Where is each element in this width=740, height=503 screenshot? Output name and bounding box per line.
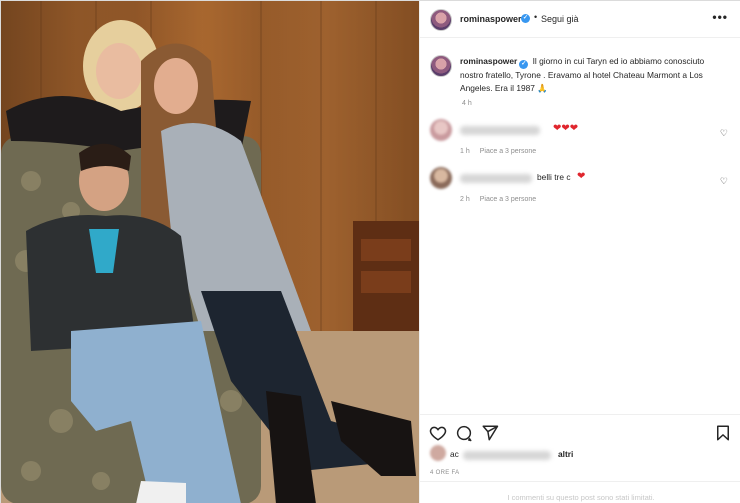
comments-limited-notice: I commenti su questo post sono stati lim… — [420, 481, 740, 503]
post-header: rominaspower ✓ • Segui già ••• — [420, 1, 740, 38]
comment-icon[interactable] — [455, 424, 473, 442]
post-photo[interactable] — [1, 1, 419, 503]
caption-avatar[interactable] — [430, 55, 452, 77]
commenter-avatar[interactable] — [430, 167, 452, 189]
comment-item: belli tre c ❤ ♡ 2 h Piace a 3 persone — [430, 167, 740, 207]
verified-badge-icon: ✓ — [521, 14, 530, 23]
comment-item: ❤❤❤ ♡ 1 h Piace a 3 persone — [430, 119, 740, 159]
likes-others[interactable]: altri — [558, 449, 573, 459]
likes-summary[interactable]: ac altri — [430, 445, 730, 463]
post-dialog: rominaspower ✓ • Segui già ••• rominaspo… — [0, 0, 740, 503]
caption-text-block: rominaspower ✓ Il giorno in cui Taryn ed … — [460, 55, 705, 95]
separator-dot: • — [534, 12, 538, 22]
photo-illustration — [1, 1, 419, 503]
commenter-username-redacted — [460, 174, 532, 183]
comment-likes[interactable]: Piace a 3 persone — [480, 196, 536, 203]
comment-emoji: ❤ — [577, 171, 586, 182]
comment-meta: 1 h Piace a 3 persone — [460, 148, 546, 155]
comment-time[interactable]: 2 h — [460, 196, 470, 203]
liker-username-redacted — [463, 451, 551, 460]
comment-meta: 2 h Piace a 3 persone — [460, 196, 546, 203]
post-side-panel: rominaspower ✓ • Segui già ••• rominaspo… — [419, 1, 740, 503]
follow-status-button[interactable]: Segui già — [541, 14, 579, 24]
caption-username[interactable]: rominaspower — [460, 56, 517, 66]
comment-text: belli tre c — [537, 172, 571, 182]
commenter-avatar[interactable] — [430, 119, 452, 141]
author-username[interactable]: rominaspower — [460, 14, 522, 24]
likes-prefix: ac — [450, 449, 459, 459]
share-icon[interactable] — [481, 424, 499, 442]
comment-like-icon[interactable]: ♡ — [720, 128, 728, 139]
more-options-icon[interactable]: ••• — [712, 10, 728, 24]
bookmark-icon[interactable] — [714, 424, 732, 442]
comment-time[interactable]: 1 h — [460, 148, 470, 155]
post-timestamp[interactable]: 4 ORE FA — [430, 470, 459, 476]
comment-like-icon[interactable]: ♡ — [720, 176, 728, 187]
heart-icon[interactable] — [429, 424, 447, 442]
commenter-username-redacted — [460, 126, 540, 135]
liker-avatar — [430, 445, 446, 461]
author-avatar[interactable] — [430, 9, 452, 31]
comment-text: ❤❤❤ — [553, 123, 579, 134]
comment-likes[interactable]: Piace a 3 persone — [480, 148, 536, 155]
caption-verified-badge-icon: ✓ — [519, 60, 529, 69]
caption-timestamp[interactable]: 4 h — [462, 100, 472, 107]
